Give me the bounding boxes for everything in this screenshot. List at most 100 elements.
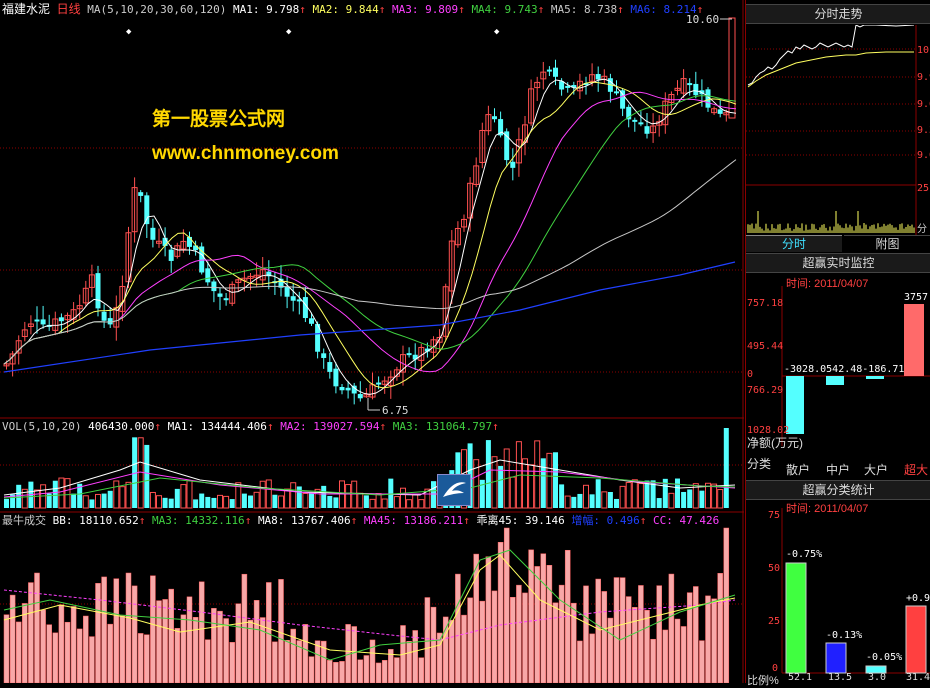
indicator-bar xyxy=(461,614,467,683)
volume-bar-down xyxy=(193,499,199,508)
indicator-header: 最牛成交 BB: 18110.652↑ MA3: 14332.116↑ MA8:… xyxy=(2,514,719,528)
indicator-bar xyxy=(430,606,437,683)
volume-bar-down xyxy=(162,497,168,508)
classify-ylabel: 75 xyxy=(768,510,781,521)
candle-body-down xyxy=(357,394,363,399)
volume-bar-down xyxy=(589,494,595,508)
indicator-bar xyxy=(339,661,345,683)
monitor-bar-super xyxy=(904,304,924,376)
candle-body-down xyxy=(284,286,290,297)
monitor-bar-large xyxy=(866,376,884,379)
candle-body-down xyxy=(693,83,699,96)
indicator-bar xyxy=(217,610,223,683)
software-logo-icon xyxy=(437,474,471,506)
candle-body-down xyxy=(644,126,650,134)
ratio-super: 31.4 xyxy=(906,672,930,683)
volume-bar-down xyxy=(656,498,662,508)
indicator-bar xyxy=(418,657,425,683)
ma-definition: MA(5,10,20,30,60,120) xyxy=(87,3,227,16)
volume-bar-down xyxy=(168,498,174,508)
monitor-net-label: 净额(万元) xyxy=(747,436,803,450)
indicator-bar xyxy=(375,662,382,683)
indicator-bar xyxy=(229,642,235,683)
category-large: 大户 xyxy=(864,463,889,477)
indicator-bar xyxy=(156,600,162,683)
volume-bar-up xyxy=(58,477,65,509)
volume-bar-up xyxy=(302,492,309,509)
indicator-bar xyxy=(540,553,547,683)
intraday-chart[interactable] xyxy=(746,25,930,235)
marker-diamond: ◆ xyxy=(126,27,132,37)
indicator-bar xyxy=(192,617,199,683)
volume-bar-down xyxy=(571,496,577,508)
volume-bar-down xyxy=(248,495,253,508)
ind-title[interactable]: 最牛成交 xyxy=(2,515,46,527)
candle-body-down xyxy=(150,227,156,240)
classify-pct-retail: -0.75% xyxy=(786,549,823,560)
volume-bar-up xyxy=(278,495,284,509)
ratio-large: 3.0 xyxy=(868,672,887,683)
tab-intraday[interactable]: 分时 xyxy=(746,235,842,252)
candle-body-down xyxy=(546,69,552,72)
indicator-bar xyxy=(162,599,168,683)
category-mid: 中户 xyxy=(826,463,851,477)
intraday-ylabel: 9.0 xyxy=(917,150,930,161)
intraday-title[interactable]: 分时走势 xyxy=(746,4,930,24)
volume-bar-up xyxy=(223,495,230,509)
indicator-bar xyxy=(125,572,132,683)
indicator-bar xyxy=(479,600,486,683)
volume-bar-up xyxy=(284,488,291,509)
candle-body-down xyxy=(376,382,382,385)
monitor-title[interactable]: 超赢实时监控 xyxy=(746,253,930,273)
volume-bar-down xyxy=(333,497,339,508)
candle-body-down xyxy=(595,74,601,80)
volume-bar-up xyxy=(113,480,120,509)
volume-bar-up xyxy=(393,496,400,509)
volume-bar-up xyxy=(345,484,352,509)
indicator-bar xyxy=(491,590,498,683)
indicator-bar xyxy=(131,585,138,683)
classify-title[interactable]: 超赢分类统计 xyxy=(746,480,930,500)
volume-bar-up xyxy=(82,495,89,509)
intraday-ylabel: 10. xyxy=(917,45,930,56)
tab-subchart[interactable]: 附图 xyxy=(844,235,930,252)
indicator-bar xyxy=(638,585,644,683)
volume-bar-down xyxy=(363,495,369,508)
indicator-bar xyxy=(467,597,473,683)
indicator-bar xyxy=(76,628,83,683)
candlestick-chart[interactable]: ◆ ◆ ◆ xyxy=(0,0,744,683)
candle-body-down xyxy=(620,90,626,109)
indicator-bar xyxy=(589,633,595,683)
volume-bar-up xyxy=(381,498,388,509)
ma4-value: MA4: 9.743 xyxy=(471,3,538,16)
indicator-bar xyxy=(107,623,113,683)
indicator-bar xyxy=(662,629,669,683)
classify-chart xyxy=(781,508,930,674)
ma60-line xyxy=(3,159,737,365)
indicator-bar xyxy=(412,630,418,683)
indicator-bar xyxy=(656,585,662,683)
candle-body-down xyxy=(339,387,345,391)
vol-title[interactable]: VOL(5,10,20) xyxy=(2,420,81,433)
indicator-bar xyxy=(284,640,290,683)
vol-ma1-arrow-icon: ↑ xyxy=(266,420,274,433)
volume-bar-down xyxy=(327,495,333,508)
indicator-bar xyxy=(253,600,260,683)
volume-bar-down xyxy=(174,488,180,508)
vol-ma1: MA1: 134444.406 xyxy=(167,420,267,433)
candle-body-down xyxy=(168,249,174,261)
indicator-bar xyxy=(302,624,309,683)
ind-cc: CC: 47.426 xyxy=(652,514,720,527)
classify-bar-retail xyxy=(785,562,807,674)
main-chart-area[interactable]: ◆ ◆ ◆ 福建水泥 日线 MA(5,10,20,30,60,120) MA1:… xyxy=(0,0,744,683)
candle-body-down xyxy=(95,273,101,309)
indicator-bar xyxy=(601,591,608,683)
vol-ma2-arrow-icon: ↑ xyxy=(379,420,387,433)
volume-bar-up xyxy=(259,480,266,509)
period-label[interactable]: 日线 xyxy=(57,2,81,16)
stock-name[interactable]: 福建水泥 xyxy=(2,2,50,16)
ind-ma8: MA8: 13767.406 xyxy=(257,514,351,527)
indicator-bar xyxy=(3,614,10,683)
ma5-line xyxy=(3,78,737,395)
candle-body-down xyxy=(492,116,497,120)
